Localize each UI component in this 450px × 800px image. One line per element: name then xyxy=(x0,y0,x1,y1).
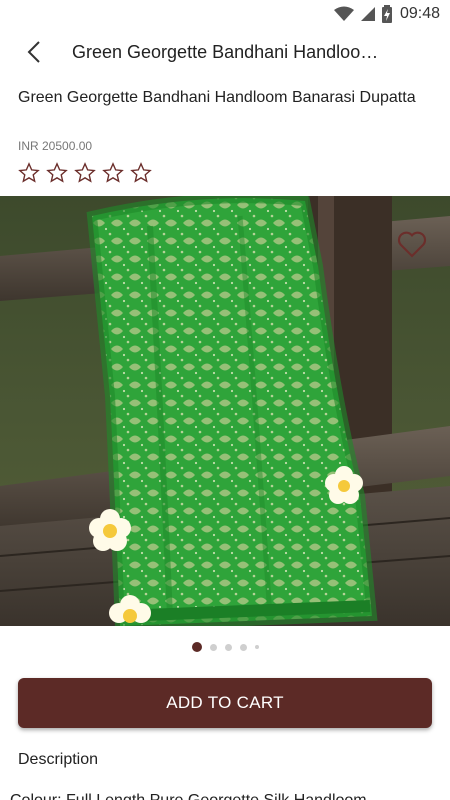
gallery-dot[interactable] xyxy=(239,643,247,651)
signal-icon xyxy=(360,7,375,21)
gallery-dot[interactable] xyxy=(254,645,259,649)
status-bar: 09:48 xyxy=(0,0,450,28)
gallery-dot-active[interactable] xyxy=(191,642,202,652)
status-time: 09:48 xyxy=(399,5,440,22)
description-heading: Description xyxy=(18,751,99,768)
wifi-icon xyxy=(333,6,354,21)
description-text: Colour: Full Length Pure Georgette Silk … xyxy=(10,790,450,800)
status-icons: 09:48 xyxy=(333,4,440,24)
star-outline-icon[interactable] xyxy=(18,162,40,184)
product-title: Green Georgette Bandhani Handloom Banara… xyxy=(18,89,416,106)
add-to-cart-button[interactable]: ADD TO CART xyxy=(18,678,432,728)
star-outline-icon[interactable] xyxy=(74,162,96,184)
dupatta-photo xyxy=(0,196,450,626)
gallery-pagination xyxy=(0,642,450,652)
product-price: INR 20500.00 xyxy=(18,139,93,153)
star-outline-icon[interactable] xyxy=(102,162,124,184)
product-image[interactable] xyxy=(0,196,450,626)
heart-outline-icon[interactable] xyxy=(396,228,428,260)
gallery-dot[interactable] xyxy=(209,643,217,651)
battery-charging-icon xyxy=(381,5,392,23)
back-button[interactable] xyxy=(6,28,62,76)
star-outline-icon[interactable] xyxy=(46,162,68,184)
app-bar: Green Georgette Bandhani Handloom Banara… xyxy=(0,28,450,76)
gallery-dot[interactable] xyxy=(224,643,232,651)
rating-stars[interactable] xyxy=(18,162,152,184)
app-bar-title: Green Georgette Bandhani Handloom Banara… xyxy=(72,41,392,62)
back-arrow-icon xyxy=(27,41,40,63)
star-outline-icon[interactable] xyxy=(130,162,152,184)
